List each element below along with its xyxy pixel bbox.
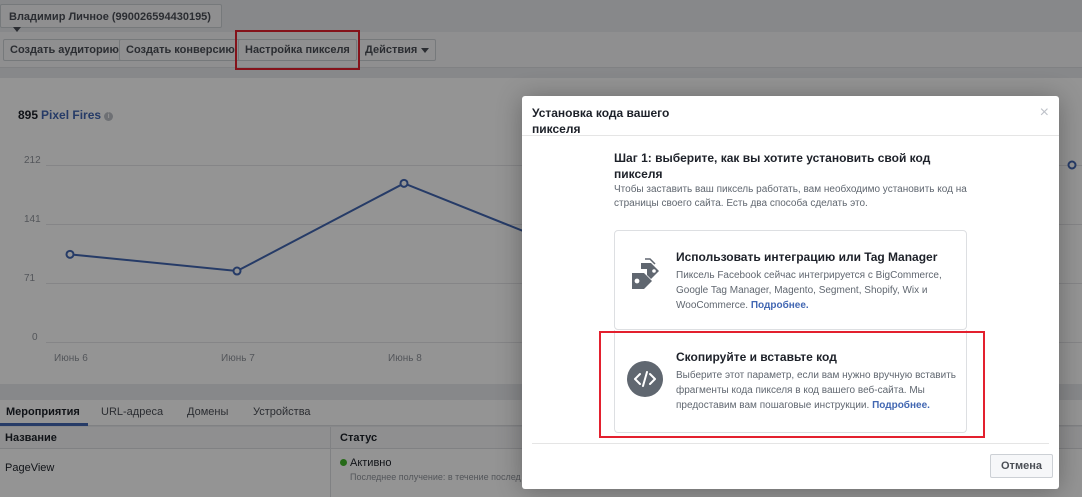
option-description: Пиксель Facebook сейчас интегрируется с … (676, 268, 956, 313)
shopping-tags-icon (632, 258, 659, 289)
learn-more-link[interactable]: Подробнее. (751, 300, 809, 311)
step-description: Чтобы заставить ваш пиксель работать, ва… (614, 184, 967, 209)
dialog-header: Установка кода вашего пикселя × (522, 96, 1059, 136)
option-title: Использовать интеграцию или Tag Manager (676, 250, 938, 264)
dialog-footer-divider (532, 443, 1049, 444)
dialog-title: Установка кода вашего пикселя (532, 106, 670, 136)
integration-option-card[interactable]: Использовать интеграцию или Tag Manager … (614, 230, 967, 330)
close-icon[interactable]: × (1040, 105, 1049, 121)
step-title: Шаг 1: выберите, как вы хотите установит… (614, 151, 931, 181)
highlight-annotation (599, 331, 985, 438)
cancel-button[interactable]: Отмена (990, 454, 1053, 478)
